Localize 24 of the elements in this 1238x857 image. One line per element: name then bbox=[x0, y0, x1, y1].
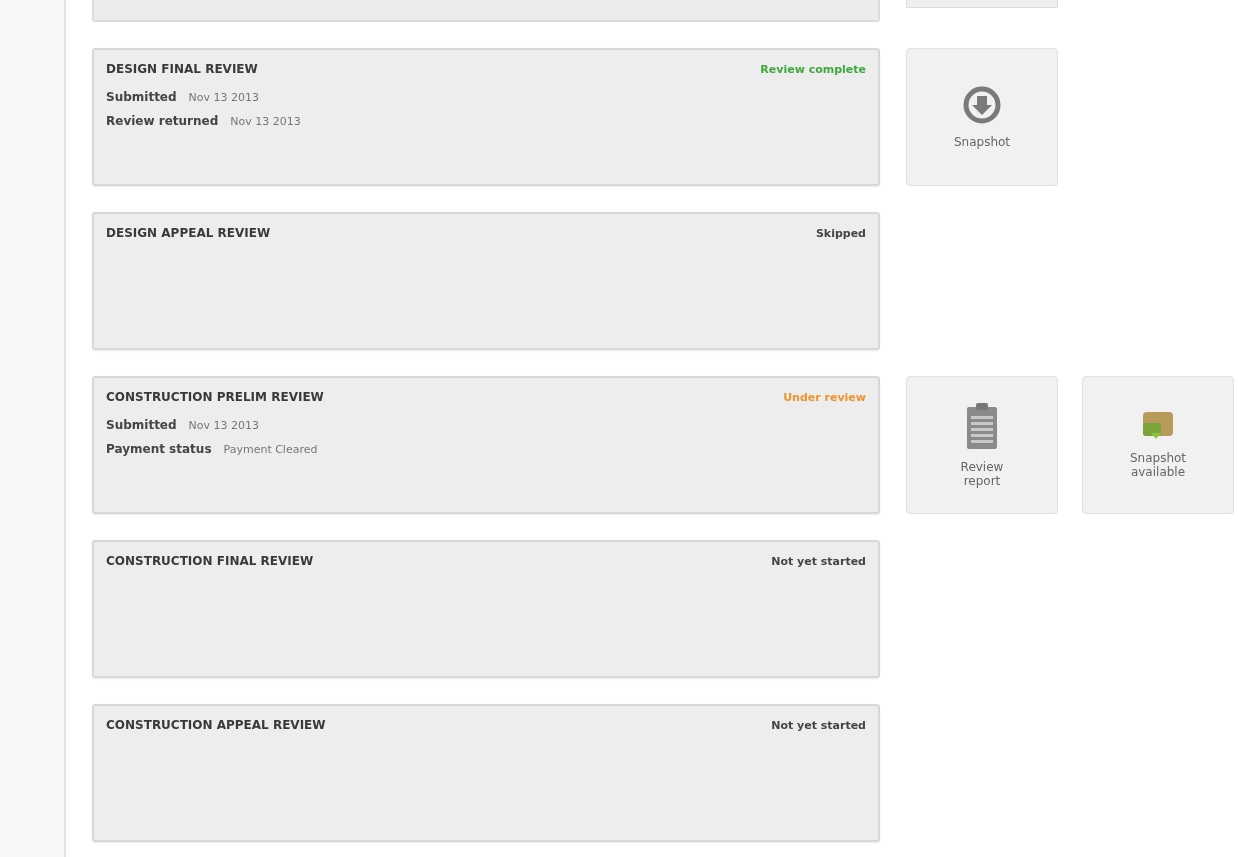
snapshot-icon bbox=[1142, 411, 1174, 441]
review-title: DESIGN FINAL REVIEW bbox=[106, 62, 258, 76]
review-status: Review complete bbox=[760, 62, 866, 76]
detail-value: Nov 13 2013 bbox=[188, 91, 260, 104]
detail-value: Payment Cleared bbox=[223, 443, 318, 456]
review-title: DESIGN APPEAL REVIEW bbox=[106, 226, 271, 240]
review-status: Not yet started bbox=[771, 554, 866, 568]
detail-label: Submitted bbox=[106, 418, 177, 432]
detail-value: Nov 13 2013 bbox=[188, 419, 260, 432]
review-title: CONSTRUCTION FINAL REVIEW bbox=[106, 554, 314, 568]
clipboard-icon bbox=[966, 402, 998, 450]
review-status: Under review bbox=[783, 390, 866, 404]
detail-value: Nov 13 2013 bbox=[230, 115, 301, 128]
snapshot-button[interactable]: Snapshot available bbox=[1082, 376, 1234, 514]
snapshot-button[interactable]: Snapshot bbox=[906, 48, 1058, 186]
detail-label: Submitted bbox=[106, 90, 177, 104]
detail-label: Review returned bbox=[106, 114, 219, 128]
review-status: Not yet started bbox=[771, 718, 866, 732]
detail-label: Payment status bbox=[106, 442, 212, 456]
download-icon bbox=[962, 85, 1002, 125]
report-button[interactable]: Review report bbox=[906, 376, 1058, 514]
review-title: CONSTRUCTION APPEAL REVIEW bbox=[106, 718, 326, 732]
review-title: CONSTRUCTION PRELIM REVIEW bbox=[106, 390, 324, 404]
review-status: Skipped bbox=[815, 226, 866, 240]
